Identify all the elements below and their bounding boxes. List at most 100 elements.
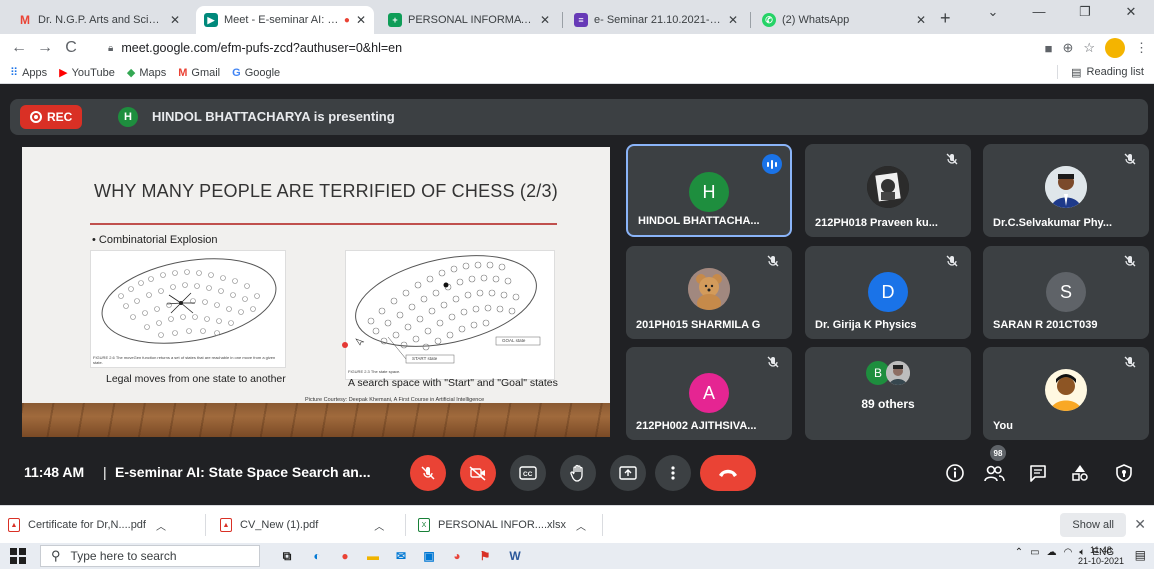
mail-icon[interactable]: ✉ — [390, 546, 412, 566]
others-tile[interactable]: B 89 others — [805, 347, 971, 440]
bookmark-apps[interactable]: ⠿ Apps — [10, 66, 47, 80]
avatar: S — [1046, 272, 1086, 312]
bookmark-label: YouTube — [71, 66, 115, 79]
show-all-button[interactable]: Show all — [1060, 513, 1126, 537]
windows-start-icon[interactable] — [10, 548, 26, 564]
wifi-icon[interactable]: ◠ — [1064, 547, 1073, 558]
participant-tile[interactable]: A 212PH002 AJITHSIVA... — [626, 347, 792, 440]
onedrive-icon[interactable]: ☁ — [1047, 547, 1057, 558]
tab-whatsapp[interactable]: ✆ (2) WhatsApp ✕ — [754, 6, 934, 34]
lock-icon[interactable]: 🔒︎ — [108, 43, 113, 54]
reading-list-button[interactable]: ▤ Reading list — [1057, 65, 1144, 79]
mic-off-icon — [1124, 255, 1136, 267]
participants-button[interactable] — [982, 461, 1006, 485]
file-explorer-icon[interactable]: ▬ — [362, 546, 384, 566]
tab-personal-information[interactable]: + PERSONAL INFORMATION - ✕ — [380, 6, 558, 34]
address-bar[interactable]: 🔒︎ meet.google.com/efm-pufs-zcd?authuser… — [98, 36, 958, 60]
bookmark-youtube[interactable]: ▶ YouTube — [59, 66, 115, 80]
bookmark-gmail[interactable]: M Gmail — [178, 67, 220, 79]
search-space-diagram — [355, 255, 541, 364]
close-icon[interactable]: ✕ — [1134, 516, 1146, 533]
window-controls: ⌄ — ❐ ✕ — [970, 0, 1154, 28]
acrobat-icon[interactable]: ⚑ — [474, 546, 496, 566]
tab-gmail[interactable]: M Dr. N.G.P. Arts and Science C ✕ — [10, 6, 188, 34]
chrome-icon[interactable]: ● — [334, 546, 356, 566]
word-icon[interactable]: W — [504, 546, 526, 566]
participant-tile[interactable]: Dr.C.Selvakumar Phy... — [983, 144, 1149, 237]
participant-tile[interactable]: S SARAN R 201CT039 — [983, 246, 1149, 339]
new-tab-button[interactable]: + — [940, 8, 951, 29]
mic-toggle-button[interactable] — [410, 455, 446, 491]
close-icon[interactable]: ✕ — [728, 13, 738, 27]
participant-tile[interactable]: 212PH018 Praveen ku... — [805, 144, 971, 237]
download-item[interactable]: ▲ CV_New (1).pdf ︿ — [220, 513, 384, 537]
google-icon: G — [232, 66, 241, 79]
notification-icon[interactable]: ▤ — [1135, 548, 1146, 562]
recording-badge[interactable]: REC — [20, 105, 83, 129]
edge-icon[interactable]: ◐ — [306, 546, 328, 566]
browser-tab-strip: M Dr. N.G.P. Arts and Science C ✕ ▶ Meet… — [0, 0, 1154, 34]
recording-icon: ● — [343, 14, 350, 26]
chat-button[interactable] — [1026, 461, 1050, 485]
minimize-icon[interactable]: — — [1016, 0, 1062, 28]
raise-hand-button[interactable] — [560, 455, 596, 491]
close-icon[interactable]: ✕ — [916, 13, 926, 27]
bookmark-star-icon[interactable]: ☆ — [1083, 40, 1095, 56]
tab-divider — [750, 12, 751, 28]
activities-button[interactable] — [1068, 461, 1092, 485]
person-photo-image — [886, 361, 910, 385]
present-screen-button[interactable] — [610, 455, 646, 491]
participant-tile[interactable]: H HINDOL BHATTACHA... — [626, 144, 792, 237]
figure-caption: A search space with "Start" and "Goal" s… — [348, 377, 558, 389]
tab-feedback-form[interactable]: ≡ e- Seminar 21.10.2021- Feed ✕ — [566, 6, 746, 34]
host-controls-button[interactable] — [1112, 461, 1136, 485]
self-tile[interactable]: You — [983, 347, 1149, 440]
profile-avatar[interactable] — [1105, 38, 1125, 58]
zoom-icon[interactable]: ⊕ — [1062, 40, 1073, 56]
bookmark-google[interactable]: G Google — [232, 67, 280, 79]
chrome-profile-icon[interactable]: ◕ — [446, 546, 468, 566]
participant-tile[interactable]: D Dr. Girija K Physics — [805, 246, 971, 339]
chevron-up-icon[interactable]: ⌃ — [1015, 547, 1023, 558]
taskbar-clock[interactable]: 11:48 21-10-2021 — [1078, 545, 1124, 567]
close-icon[interactable]: ✕ — [540, 13, 550, 27]
toolbar-actions: ■ ⊕ ☆ ⋮ — [1045, 38, 1148, 58]
tab-meet[interactable]: ▶ Meet - E-seminar AI: Stat ● ✕ — [196, 6, 374, 34]
chevron-up-icon[interactable]: ︿ — [374, 518, 384, 533]
camera-toggle-button[interactable] — [460, 455, 496, 491]
leave-call-button[interactable] — [700, 455, 756, 491]
bookmark-maps[interactable]: ◆ Maps — [127, 66, 166, 80]
download-filename: PERSONAL INFOR....xlsx — [438, 519, 566, 531]
back-icon[interactable]: ← — [6, 39, 32, 57]
window-close-icon[interactable]: ✕ — [1108, 0, 1154, 28]
forms-icon: ≡ — [574, 13, 588, 27]
presenting-label: HINDOL BHATTACHARYA is presenting — [152, 109, 395, 124]
camera-in-use-icon[interactable]: ■ — [1045, 41, 1053, 56]
reload-icon[interactable]: C — [58, 39, 84, 57]
taskbar-search[interactable]: ⚲ Type here to search — [40, 545, 260, 567]
figure-caption: Legal moves from one state to another — [106, 373, 286, 385]
participant-tile[interactable]: 201PH015 SHARMILA G — [626, 246, 792, 339]
download-item[interactable]: X PERSONAL INFOR....xlsx ︿ — [418, 513, 586, 537]
avatar — [688, 268, 730, 310]
restore-icon[interactable]: ❐ — [1062, 0, 1108, 28]
teddy-bear-image — [688, 268, 730, 310]
close-icon[interactable]: ✕ — [356, 13, 366, 27]
captions-button[interactable]: CC — [510, 455, 546, 491]
more-options-button[interactable] — [655, 455, 691, 491]
store-icon[interactable]: ▣ — [418, 546, 440, 566]
shared-slide[interactable]: WHY MANY PEOPLE ARE TERRIFIED OF CHESS (… — [22, 147, 610, 437]
participant-name: 212PH018 Praveen ku... — [815, 217, 938, 229]
gmail-icon: M — [178, 66, 188, 79]
task-view-icon[interactable]: ⧉ — [276, 546, 298, 566]
download-item[interactable]: ▲ Certificate for Dr,N....pdf ︿ — [8, 513, 166, 537]
close-icon[interactable]: ✕ — [170, 13, 180, 27]
chevron-up-icon[interactable]: ︿ — [576, 518, 586, 533]
mic-off-icon — [767, 356, 779, 368]
meeting-details-button[interactable] — [943, 461, 967, 485]
battery-icon[interactable]: ▭ — [1030, 547, 1039, 558]
forward-icon[interactable]: → — [32, 39, 58, 57]
tab-search-icon[interactable]: ⌄ — [970, 0, 1016, 28]
chevron-up-icon[interactable]: ︿ — [156, 518, 166, 533]
menu-kebab-icon[interactable]: ⋮ — [1135, 40, 1148, 56]
